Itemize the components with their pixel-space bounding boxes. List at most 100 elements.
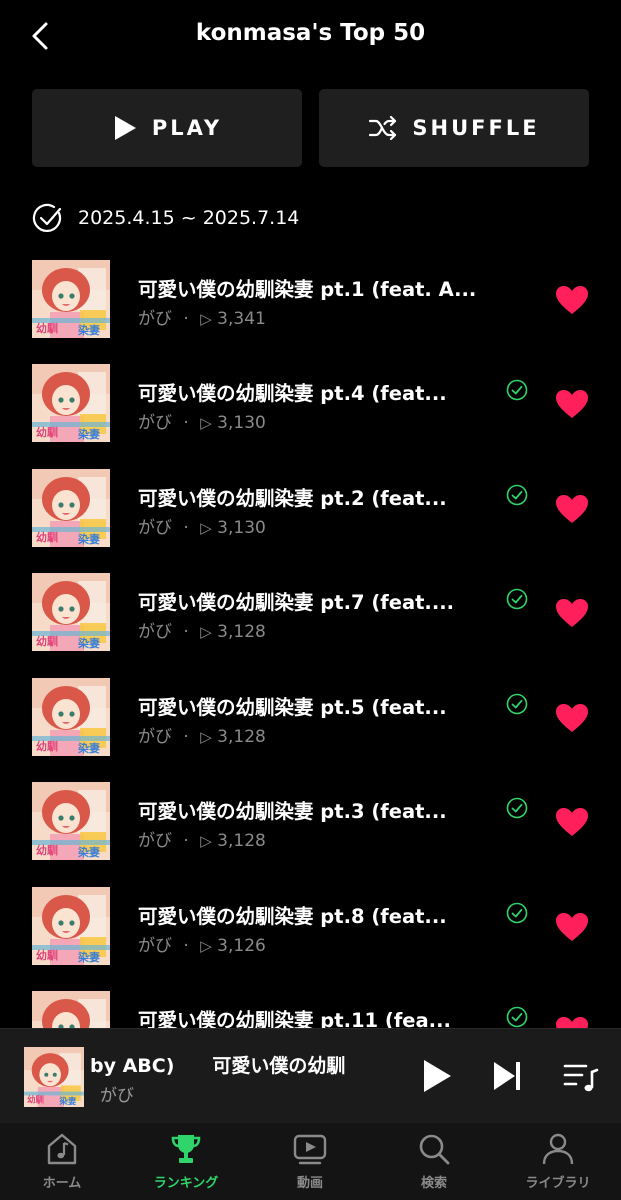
downloaded-check-icon	[506, 1006, 528, 1028]
person-icon	[540, 1131, 576, 1167]
bottom-tab-bar: ホーム ランキング 動画 検索 ライブラリ	[0, 1123, 621, 1200]
heart-icon	[556, 808, 588, 836]
heart-icon	[556, 390, 588, 418]
heart-icon	[556, 913, 588, 941]
track-row[interactable]: 幼馴 染妻 可愛い僕の幼馴染妻 pt.1 (feat. A... がび · ▷ …	[0, 258, 621, 362]
separator-dot: ·	[183, 727, 189, 747]
downloaded-check-icon	[506, 588, 528, 610]
track-title: 可愛い僕の幼馴染妻 pt.7 (feat....	[138, 591, 455, 614]
track-artwork: 幼馴 染妻	[32, 991, 110, 1028]
track-play-count: 3,128	[217, 727, 266, 747]
svg-text:幼馴: 幼馴	[36, 634, 58, 648]
svg-text:幼馴: 幼馴	[36, 425, 58, 439]
page-title: konmasa's Top 50	[195, 20, 426, 46]
shuffle-icon	[369, 115, 397, 141]
track-meta: がび · ▷ 3,341	[138, 304, 266, 329]
track-artwork: 幼馴 染妻	[32, 364, 110, 442]
shuffle-label: SHUFFLE	[412, 116, 540, 140]
track-play-count: 3,130	[217, 413, 266, 433]
like-button[interactable]	[554, 702, 590, 734]
mini-player[interactable]: 幼馴 染妻 by ABC) 可愛い僕の幼馴 がび	[0, 1028, 621, 1124]
track-row[interactable]: 幼馴 染妻 可愛い僕の幼馴染妻 pt.2 (feat... がび · ▷ 3,1…	[0, 467, 621, 571]
track-artist: がび	[138, 936, 172, 956]
svg-text:染妻: 染妻	[78, 741, 100, 755]
search-icon	[416, 1131, 452, 1167]
svg-text:幼馴: 幼馴	[36, 948, 58, 962]
track-play-count: 3,126	[217, 936, 266, 956]
trophy-icon	[168, 1131, 204, 1167]
downloaded-check-icon	[506, 902, 528, 924]
track-meta: がび · ▷ 3,128	[138, 722, 266, 747]
album-art-image: 幼馴 染妻	[32, 991, 110, 1028]
separator-dot: ·	[183, 622, 189, 642]
album-art-image: 幼馴 染妻	[32, 782, 110, 860]
svg-text:染妻: 染妻	[78, 950, 100, 964]
svg-text:幼馴: 幼馴	[27, 1094, 44, 1104]
track-meta: がび · ▷ 3,128	[138, 617, 266, 642]
track-row[interactable]: 幼馴 染妻 可愛い僕の幼馴染妻 pt.7 (feat.... がび · ▷ 3,…	[0, 571, 621, 675]
home-note-icon	[44, 1131, 80, 1167]
track-list: 幼馴 染妻 可愛い僕の幼馴染妻 pt.1 (feat. A... がび · ▷ …	[0, 258, 621, 1028]
track-artist: がび	[138, 622, 172, 642]
track-row[interactable]: 幼馴 染妻 可愛い僕の幼馴染妻 pt.5 (feat... がび · ▷ 3,1…	[0, 676, 621, 780]
separator-dot: ·	[183, 831, 189, 851]
like-button[interactable]	[554, 493, 590, 525]
like-button[interactable]	[554, 284, 590, 316]
downloaded-check-icon	[506, 484, 528, 506]
track-play-count: 3,128	[217, 622, 266, 642]
queue-button[interactable]	[562, 1060, 600, 1098]
tab-label: ホーム	[42, 1176, 82, 1191]
separator-dot: ·	[183, 518, 189, 538]
track-artist: がび	[138, 413, 172, 433]
play-button-mini[interactable]	[420, 1057, 454, 1099]
next-track-button[interactable]	[490, 1059, 524, 1097]
skip-next-icon	[494, 1062, 520, 1090]
like-button[interactable]	[554, 1015, 590, 1028]
period-range: 2025.4.15 ~ 2025.7.14	[32, 200, 299, 236]
track-row[interactable]: 幼馴 染妻 可愛い僕の幼馴染妻 pt.11 (fea... がび · ▷	[0, 989, 621, 1028]
shuffle-button[interactable]: SHUFFLE	[319, 89, 589, 167]
album-art-image: 幼馴 染妻	[32, 678, 110, 756]
like-button[interactable]	[554, 806, 590, 838]
tab-person[interactable]: ライブラリ	[496, 1123, 620, 1200]
check-circle-icon	[32, 203, 62, 232]
track-row[interactable]: 幼馴 染妻 可愛い僕の幼馴染妻 pt.8 (feat... がび · ▷ 3,1…	[0, 885, 621, 989]
track-title: 可愛い僕の幼馴染妻 pt.4 (feat...	[138, 382, 447, 405]
track-row[interactable]: 幼馴 染妻 可愛い僕の幼馴染妻 pt.4 (feat... がび · ▷ 3,1…	[0, 362, 621, 466]
track-artwork: 幼馴 染妻	[32, 260, 110, 338]
play-icon	[424, 1060, 451, 1092]
tab-trophy[interactable]: ランキング	[124, 1123, 248, 1200]
album-art-image: 幼馴 染妻	[32, 573, 110, 651]
tab-search[interactable]: 検索	[372, 1123, 496, 1200]
tab-label: 検索	[420, 1176, 447, 1191]
downloaded-check-icon	[506, 797, 528, 819]
separator-dot: ·	[183, 309, 189, 329]
play-count-icon: ▷	[200, 310, 212, 328]
play-count-icon: ▷	[200, 937, 212, 955]
play-label: PLAY	[151, 116, 223, 140]
track-artwork: 幼馴 染妻	[32, 678, 110, 756]
tab-home-note[interactable]: ホーム	[0, 1123, 124, 1200]
svg-text:染妻: 染妻	[78, 532, 100, 546]
like-button[interactable]	[554, 597, 590, 629]
track-artist: がび	[138, 518, 172, 538]
separator-dot: ·	[183, 936, 189, 956]
mini-player-title-marquee: by ABC) 可愛い僕の幼馴	[90, 1051, 396, 1081]
album-art-image: 幼馴 染妻	[32, 260, 110, 338]
queue-list-icon	[563, 1064, 599, 1092]
mini-player-artist: がび	[100, 1086, 134, 1106]
like-button[interactable]	[554, 388, 590, 420]
svg-text:幼馴: 幼馴	[36, 843, 58, 857]
period-text: 2025.4.15 ~ 2025.7.14	[78, 207, 300, 229]
play-button[interactable]: PLAY	[32, 89, 302, 167]
play-count-icon: ▷	[200, 519, 212, 537]
svg-text:染妻: 染妻	[78, 845, 100, 859]
track-row[interactable]: 幼馴 染妻 可愛い僕の幼馴染妻 pt.3 (feat... がび · ▷ 3,1…	[0, 780, 621, 884]
track-artwork: 幼馴 染妻	[32, 887, 110, 965]
mini-player-artwork: 幼馴 染妻	[24, 1047, 84, 1107]
tab-label: ライブラリ	[525, 1176, 591, 1191]
track-play-count: 3,341	[217, 309, 266, 329]
like-button[interactable]	[554, 911, 590, 943]
svg-text:染妻: 染妻	[78, 323, 100, 337]
tab-video[interactable]: 動画	[248, 1123, 372, 1200]
